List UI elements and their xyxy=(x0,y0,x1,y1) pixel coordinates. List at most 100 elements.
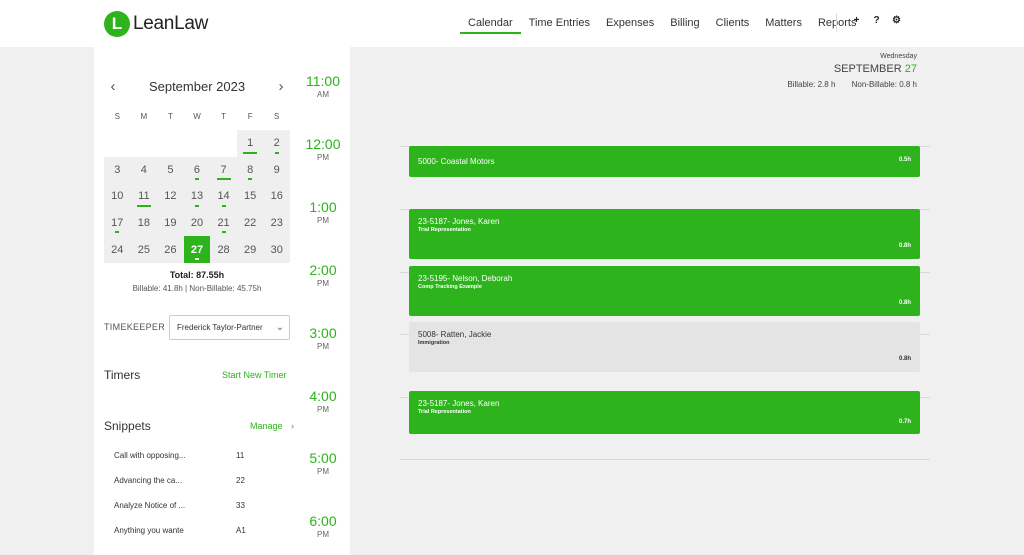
time-ampm: PM xyxy=(317,341,329,351)
calendar-day-25[interactable]: 25 xyxy=(130,236,158,263)
manage-snippets-link[interactable]: Manage › xyxy=(250,421,294,431)
calendar-day-17[interactable]: 17 xyxy=(104,209,131,237)
entry-hours: 0.8h xyxy=(898,300,911,306)
day-number: 17 xyxy=(111,217,124,230)
calendar-day-9[interactable]: 9 xyxy=(263,156,290,184)
snippet-item[interactable]: Analyze Notice of ... xyxy=(114,501,185,510)
time-ampm: PM xyxy=(317,152,329,162)
day-number: 27 xyxy=(904,63,917,75)
calendar-day-5[interactable]: 5 xyxy=(157,156,184,184)
calendar-day-22[interactable]: 22 xyxy=(236,209,264,237)
calendar-empty-cell xyxy=(184,130,211,157)
snippet-code: 11 xyxy=(236,451,245,460)
time-ampm: PM xyxy=(317,467,329,477)
nav-calendar[interactable]: Calendar xyxy=(460,0,521,35)
entry-hours: 0.8h xyxy=(898,356,911,362)
date-label: SEPTEMBER 27 xyxy=(787,63,917,75)
logo[interactable]: L LeanLaw xyxy=(104,10,208,37)
calendar-day-7[interactable]: 7 xyxy=(210,156,237,184)
month-name: SEPTEMBER xyxy=(833,63,902,75)
day-number: 18 xyxy=(137,217,150,230)
timekeeper-select[interactable]: Frederick Taylor-Partner ⌄ xyxy=(169,315,290,340)
calendar-empty-cell xyxy=(131,130,158,157)
entry-title: 5008- Ratten, Jackie xyxy=(418,330,492,339)
chevron-right-icon: › xyxy=(291,421,295,431)
gear-icon[interactable]: ⚙ xyxy=(892,15,901,26)
time-label: 5:00 PM xyxy=(300,450,346,476)
entry-title: 23-5187- Jones, Karen xyxy=(418,217,500,226)
weekday-label: F xyxy=(247,112,253,121)
time-gutter: 11:00 AM 12:00 PM 1:00 PM 2:00 PM 3:00 PM 4:00 PM 5:… xyxy=(300,47,346,555)
time-hour: 3:00 xyxy=(309,324,337,341)
calendar-day-14[interactable]: 14 xyxy=(210,183,237,210)
nav-matters[interactable]: Matters xyxy=(757,0,810,35)
calendar-day-19[interactable]: 19 xyxy=(157,209,184,237)
calendar-day-8[interactable]: 8 xyxy=(236,156,264,184)
billable-hours: Billable: 2.8 h xyxy=(787,80,836,89)
calendar-day-4[interactable]: 4 xyxy=(130,156,158,184)
plus-icon[interactable]: + xyxy=(852,15,861,26)
calendar-day-20[interactable]: 20 xyxy=(183,209,211,237)
day-number: 6 xyxy=(193,163,201,176)
calendar-day-18[interactable]: 18 xyxy=(130,209,158,237)
nav-billing[interactable]: Billing xyxy=(662,0,707,35)
day-number: 4 xyxy=(140,163,147,176)
start-new-timer-link[interactable]: Start New Timer xyxy=(222,370,287,380)
calendar-day-3[interactable]: 3 xyxy=(104,156,131,184)
app-root: L LeanLaw Calendar Time Entries Expenses Bi… xyxy=(0,0,1024,555)
calendar-day-2[interactable]: 2 xyxy=(263,130,290,157)
entry-indicator xyxy=(194,204,199,207)
entry-indicator xyxy=(194,178,199,181)
snippet-item[interactable]: Anything you wante xyxy=(114,526,184,535)
time-hour: 11:00 xyxy=(306,73,340,89)
calendar-day-11[interactable]: 11 xyxy=(130,183,158,210)
time-label: 3:00 PM xyxy=(300,325,346,351)
calendar-subtotal: Billable: 41.8h | Non-Billable: 45.75h xyxy=(132,284,262,293)
day-number: 28 xyxy=(217,243,230,256)
time-entry-card[interactable]: 23-5187- Jones, Karen Trial Representatio… xyxy=(409,209,920,259)
entry-title: 5000- Coastal Motors xyxy=(418,157,495,166)
calendar-day-29[interactable]: 29 xyxy=(236,236,264,263)
calendar-day-16[interactable]: 16 xyxy=(263,183,290,210)
snippet-item[interactable]: Call with opposing... xyxy=(114,451,186,460)
logo-icon: L xyxy=(104,10,130,37)
timers-title: Timers xyxy=(104,368,141,382)
next-month-button[interactable]: › xyxy=(272,78,290,95)
entry-indicator xyxy=(115,231,120,234)
day-number: 5 xyxy=(167,163,174,176)
calendar-day-24[interactable]: 24 xyxy=(104,236,131,263)
day-header: Wednesday SEPTEMBER 27 Billable: 2.8 h N… xyxy=(787,53,917,89)
logo-text: LeanLaw xyxy=(133,12,209,34)
entry-title: 23-5187- Jones, Karen xyxy=(418,399,500,408)
entry-indicator xyxy=(136,204,151,207)
day-number: 16 xyxy=(270,190,283,203)
calendar-day-21[interactable]: 21 xyxy=(210,209,237,237)
help-icon[interactable]: ? xyxy=(872,15,881,26)
entry-hours: 0.7h xyxy=(898,419,911,425)
time-label: 11:00 AM xyxy=(300,73,346,99)
time-label: 2:00 PM xyxy=(300,262,346,288)
nav-clients[interactable]: Clients xyxy=(708,0,758,35)
calendar-day-26[interactable]: 26 xyxy=(157,236,184,263)
calendar-day-1[interactable]: 1 xyxy=(236,130,264,157)
entry-indicator xyxy=(248,178,253,181)
calendar-day-6[interactable]: 6 xyxy=(183,156,211,184)
calendar-day-10[interactable]: 10 xyxy=(104,183,131,210)
snippet-item[interactable]: Advancing the ca... xyxy=(114,476,182,485)
calendar-day-28[interactable]: 28 xyxy=(210,236,237,263)
calendar-day-15[interactable]: 15 xyxy=(236,183,264,210)
calendar-day-30[interactable]: 30 xyxy=(263,236,290,263)
time-entry-card[interactable]: 5000- Coastal Motors 0.5h xyxy=(409,146,920,177)
day-number: 20 xyxy=(190,217,204,230)
nav-expenses[interactable]: Expenses xyxy=(598,0,662,35)
nav-time-entries[interactable]: Time Entries xyxy=(521,0,598,35)
time-entry-card[interactable]: 5008- Ratten, Jackie Immigration 0.8h xyxy=(409,322,920,372)
weekday-label: T xyxy=(167,112,173,121)
calendar-day-13[interactable]: 13 xyxy=(183,183,211,210)
calendar-day-12[interactable]: 12 xyxy=(157,183,184,210)
time-entry-card[interactable]: 23-5187- Jones, Karen Trial Representatio… xyxy=(409,391,920,434)
calendar-day-23[interactable]: 23 xyxy=(263,209,290,237)
calendar-day-27[interactable]: 27 xyxy=(183,236,211,263)
time-entry-card[interactable]: 23-5195- Nelson, Deborah Comp Tracking Ex… xyxy=(409,266,920,316)
prev-month-button[interactable]: ‹ xyxy=(104,78,122,95)
